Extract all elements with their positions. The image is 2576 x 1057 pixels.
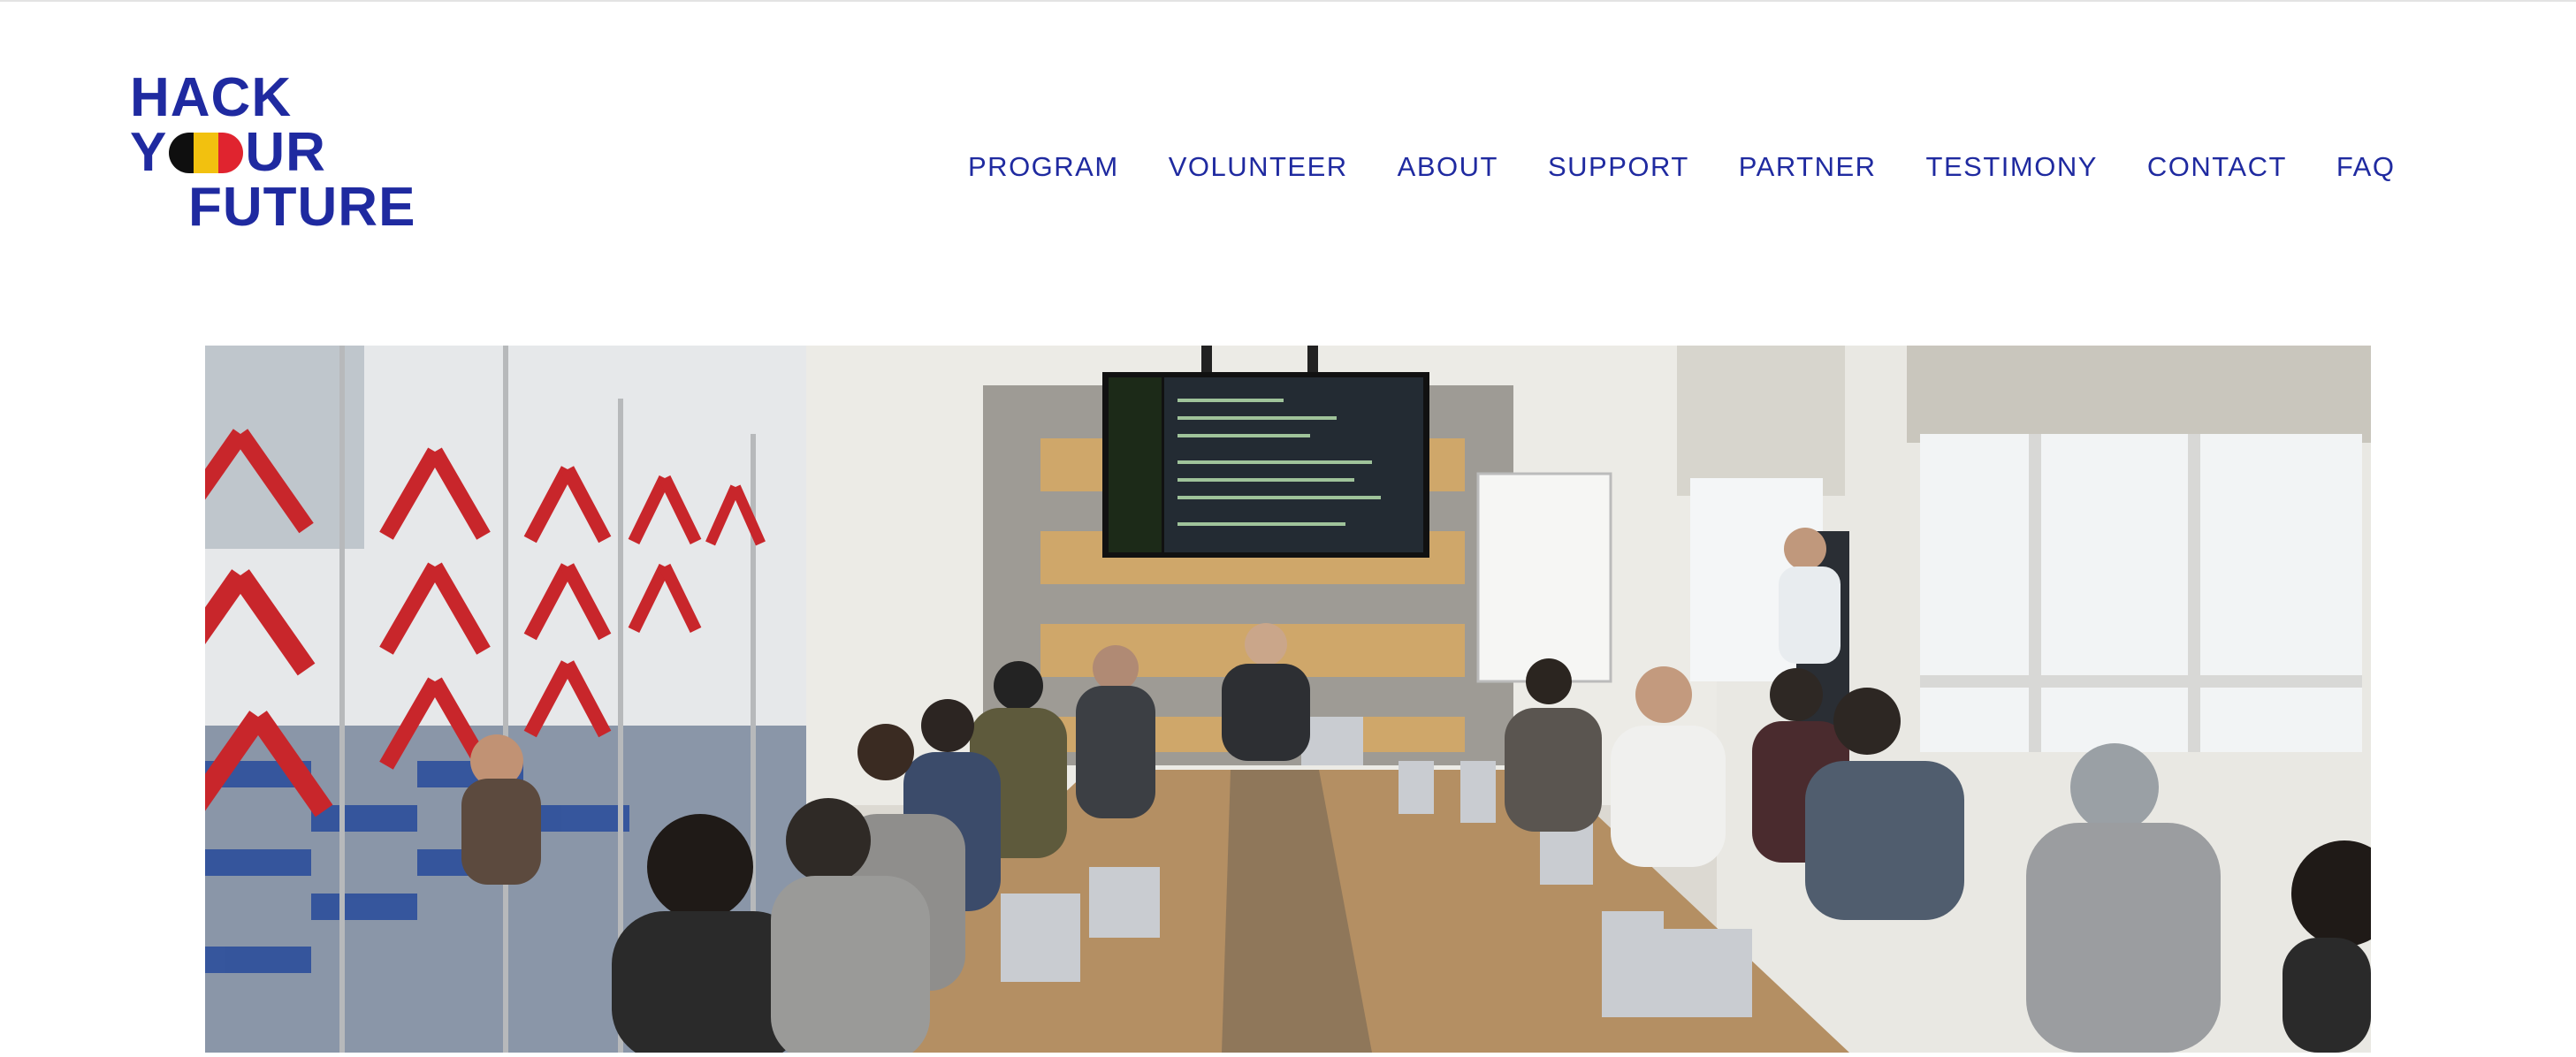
logo-line-2-start: Y bbox=[130, 122, 168, 183]
nav-item-faq[interactable]: FAQ bbox=[2336, 151, 2396, 183]
nav-item-partner[interactable]: PARTNER bbox=[1739, 151, 1877, 183]
site-logo[interactable]: HACK Y UR FUTURE bbox=[130, 71, 439, 239]
logo-line-1: HACK bbox=[130, 67, 293, 128]
logo-line-2-end: UR bbox=[245, 122, 326, 183]
nav-item-testimony[interactable]: TESTIMONY bbox=[1926, 151, 2098, 183]
nav-item-volunteer[interactable]: VOLUNTEER bbox=[1169, 151, 1348, 183]
nav-item-contact[interactable]: CONTACT bbox=[2147, 151, 2287, 183]
logo-line-3: FUTURE bbox=[188, 177, 416, 238]
belgian-flag-icon bbox=[169, 133, 244, 173]
main-navigation: PROGRAM VOLUNTEER ABOUT SUPPORT PARTNER … bbox=[968, 147, 2395, 187]
hero-classroom-photo bbox=[205, 346, 2371, 1053]
top-border bbox=[0, 0, 2576, 2]
nav-item-support[interactable]: SUPPORT bbox=[1548, 151, 1689, 183]
nav-item-about[interactable]: ABOUT bbox=[1398, 151, 1498, 183]
nav-item-program[interactable]: PROGRAM bbox=[968, 151, 1119, 183]
logo-line-2: Y UR bbox=[130, 125, 326, 180]
